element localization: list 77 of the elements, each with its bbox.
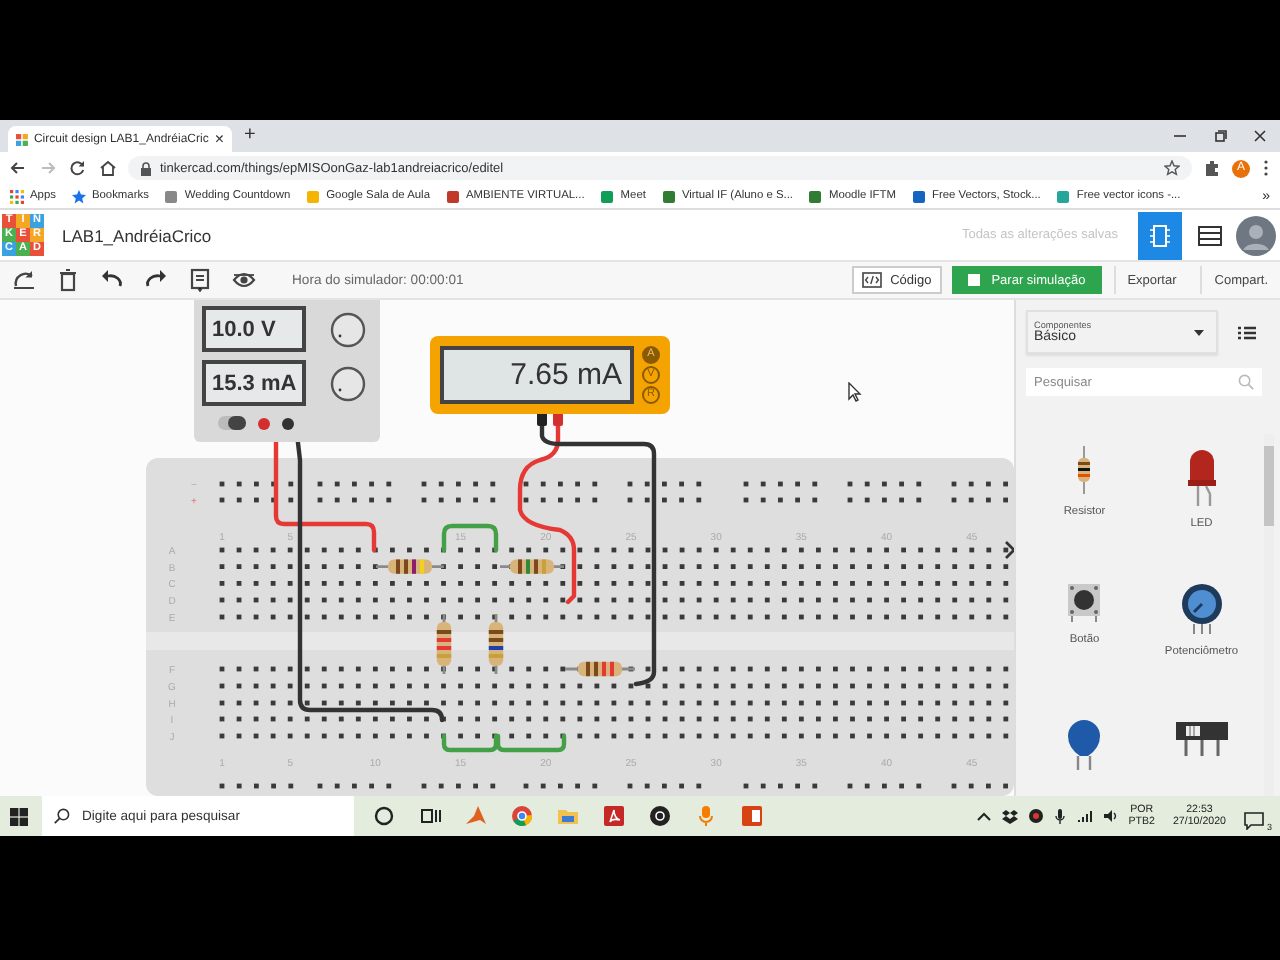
- resistor-icon: [1076, 446, 1093, 494]
- potentiometer-icon: [1179, 582, 1224, 634]
- apps-grid-icon: [10, 189, 24, 203]
- mic-icon[interactable]: [1054, 808, 1067, 824]
- resistor: [488, 614, 504, 674]
- circle-icon[interactable]: [372, 804, 396, 828]
- extensions-icon[interactable]: [1202, 158, 1222, 178]
- wifi-icon[interactable]: [1076, 808, 1093, 824]
- jumper-wire: [495, 733, 567, 753]
- eye-icon[interactable]: [232, 268, 256, 292]
- chip-icon: [1150, 223, 1170, 247]
- bookmark-icon: [808, 189, 823, 203]
- rotate-icon[interactable]: [12, 268, 36, 292]
- bookmark-icon: [71, 189, 86, 203]
- current-display: 15.3 mA: [202, 360, 306, 406]
- box-icon[interactable]: [1002, 808, 1019, 824]
- notification-icon[interactable]: [1244, 812, 1264, 830]
- knob-icon[interactable]: [330, 365, 366, 401]
- capacitor-icon: [1066, 718, 1103, 770]
- cursor-icon: [848, 382, 862, 402]
- notes-icon[interactable]: [188, 268, 212, 292]
- pushbutton-icon: [1066, 582, 1103, 622]
- reload-icon[interactable]: [68, 158, 88, 178]
- bookmark-icon: [445, 189, 460, 203]
- peak-icon[interactable]: [464, 804, 488, 828]
- app-icon[interactable]: [1028, 808, 1045, 824]
- resistor: [565, 661, 635, 677]
- meter-display: 7.65 mA: [440, 346, 634, 404]
- circuit-view-button[interactable]: [1138, 211, 1182, 259]
- new-tab-button[interactable]: +: [244, 124, 256, 148]
- voltage-display: 10.0 V: [202, 306, 306, 352]
- resistor: [500, 559, 564, 574]
- menu-icon[interactable]: [1260, 158, 1272, 178]
- jumper-wire: [441, 523, 499, 553]
- close-icon[interactable]: [1250, 128, 1270, 144]
- caret-icon: [1194, 329, 1204, 335]
- code-icon: [862, 272, 883, 288]
- pdf-icon[interactable]: [602, 804, 626, 828]
- record-icon[interactable]: [648, 804, 672, 828]
- knob-icon[interactable]: [330, 311, 366, 347]
- chrome-icon[interactable]: [510, 804, 534, 828]
- jumper-wire: [441, 733, 499, 753]
- stop-icon: [967, 274, 980, 286]
- task-view-icon[interactable]: [418, 804, 442, 828]
- led-icon: [1185, 446, 1218, 506]
- project-title[interactable]: LAB1_AndréiaCrico: [62, 225, 212, 245]
- chevron-up-icon[interactable]: [976, 810, 993, 822]
- bookmark-icon: [600, 189, 615, 203]
- bookmark-icon: [1056, 189, 1071, 203]
- component-list-icon[interactable]: [1198, 225, 1222, 245]
- speaker-icon[interactable]: [1102, 808, 1119, 824]
- bookmark-icon: [306, 189, 321, 203]
- trash-icon[interactable]: [56, 268, 80, 292]
- undo-icon[interactable]: [100, 268, 124, 292]
- favicon-icon: [16, 131, 28, 147]
- resistor: [376, 559, 444, 574]
- home-icon[interactable]: [98, 158, 118, 178]
- redo-icon[interactable]: [144, 268, 168, 292]
- bookmark-icon: [661, 189, 676, 203]
- scrollbar[interactable]: [1264, 434, 1274, 796]
- bookmark-icon: [912, 189, 926, 203]
- close-tab-button[interactable]: ×: [214, 131, 224, 147]
- list-view-icon[interactable]: [1238, 325, 1256, 339]
- slides-icon[interactable]: [740, 804, 764, 828]
- windows-icon[interactable]: [10, 807, 28, 825]
- chevron-right-icon[interactable]: [1004, 540, 1014, 560]
- slide-switch-icon: [1175, 718, 1228, 758]
- bookmark-icon: [164, 189, 179, 203]
- resistor: [436, 614, 452, 674]
- star-icon[interactable]: [1164, 160, 1180, 176]
- restore-icon[interactable]: [1210, 128, 1230, 144]
- avatar-icon[interactable]: [1236, 215, 1276, 255]
- folder-icon[interactable]: [556, 804, 580, 828]
- lock-icon: [140, 161, 152, 175]
- back-icon[interactable]: [8, 158, 28, 178]
- search-icon: [1238, 374, 1254, 390]
- switch-icon[interactable]: [218, 416, 246, 430]
